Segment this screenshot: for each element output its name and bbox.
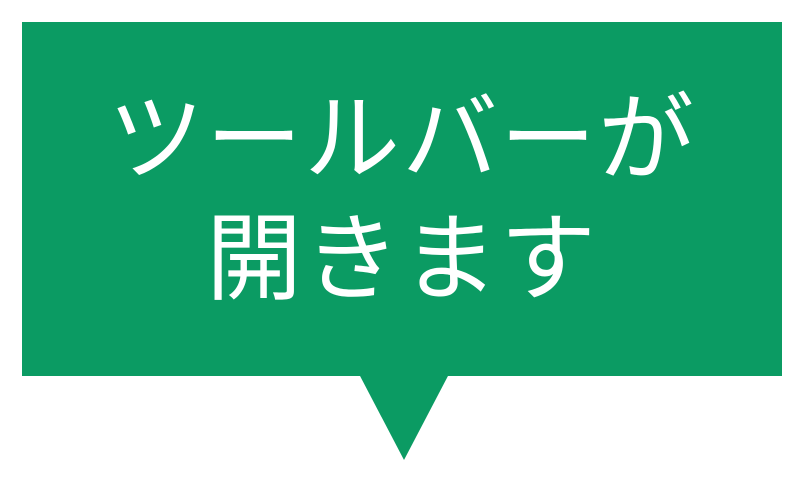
- callout-pointer: [359, 374, 449, 460]
- callout-line-1: ツールバーが: [108, 83, 696, 195]
- callout-bubble: ツールバーが 開きます: [22, 22, 782, 376]
- callout-line-2: 開きます: [206, 203, 598, 315]
